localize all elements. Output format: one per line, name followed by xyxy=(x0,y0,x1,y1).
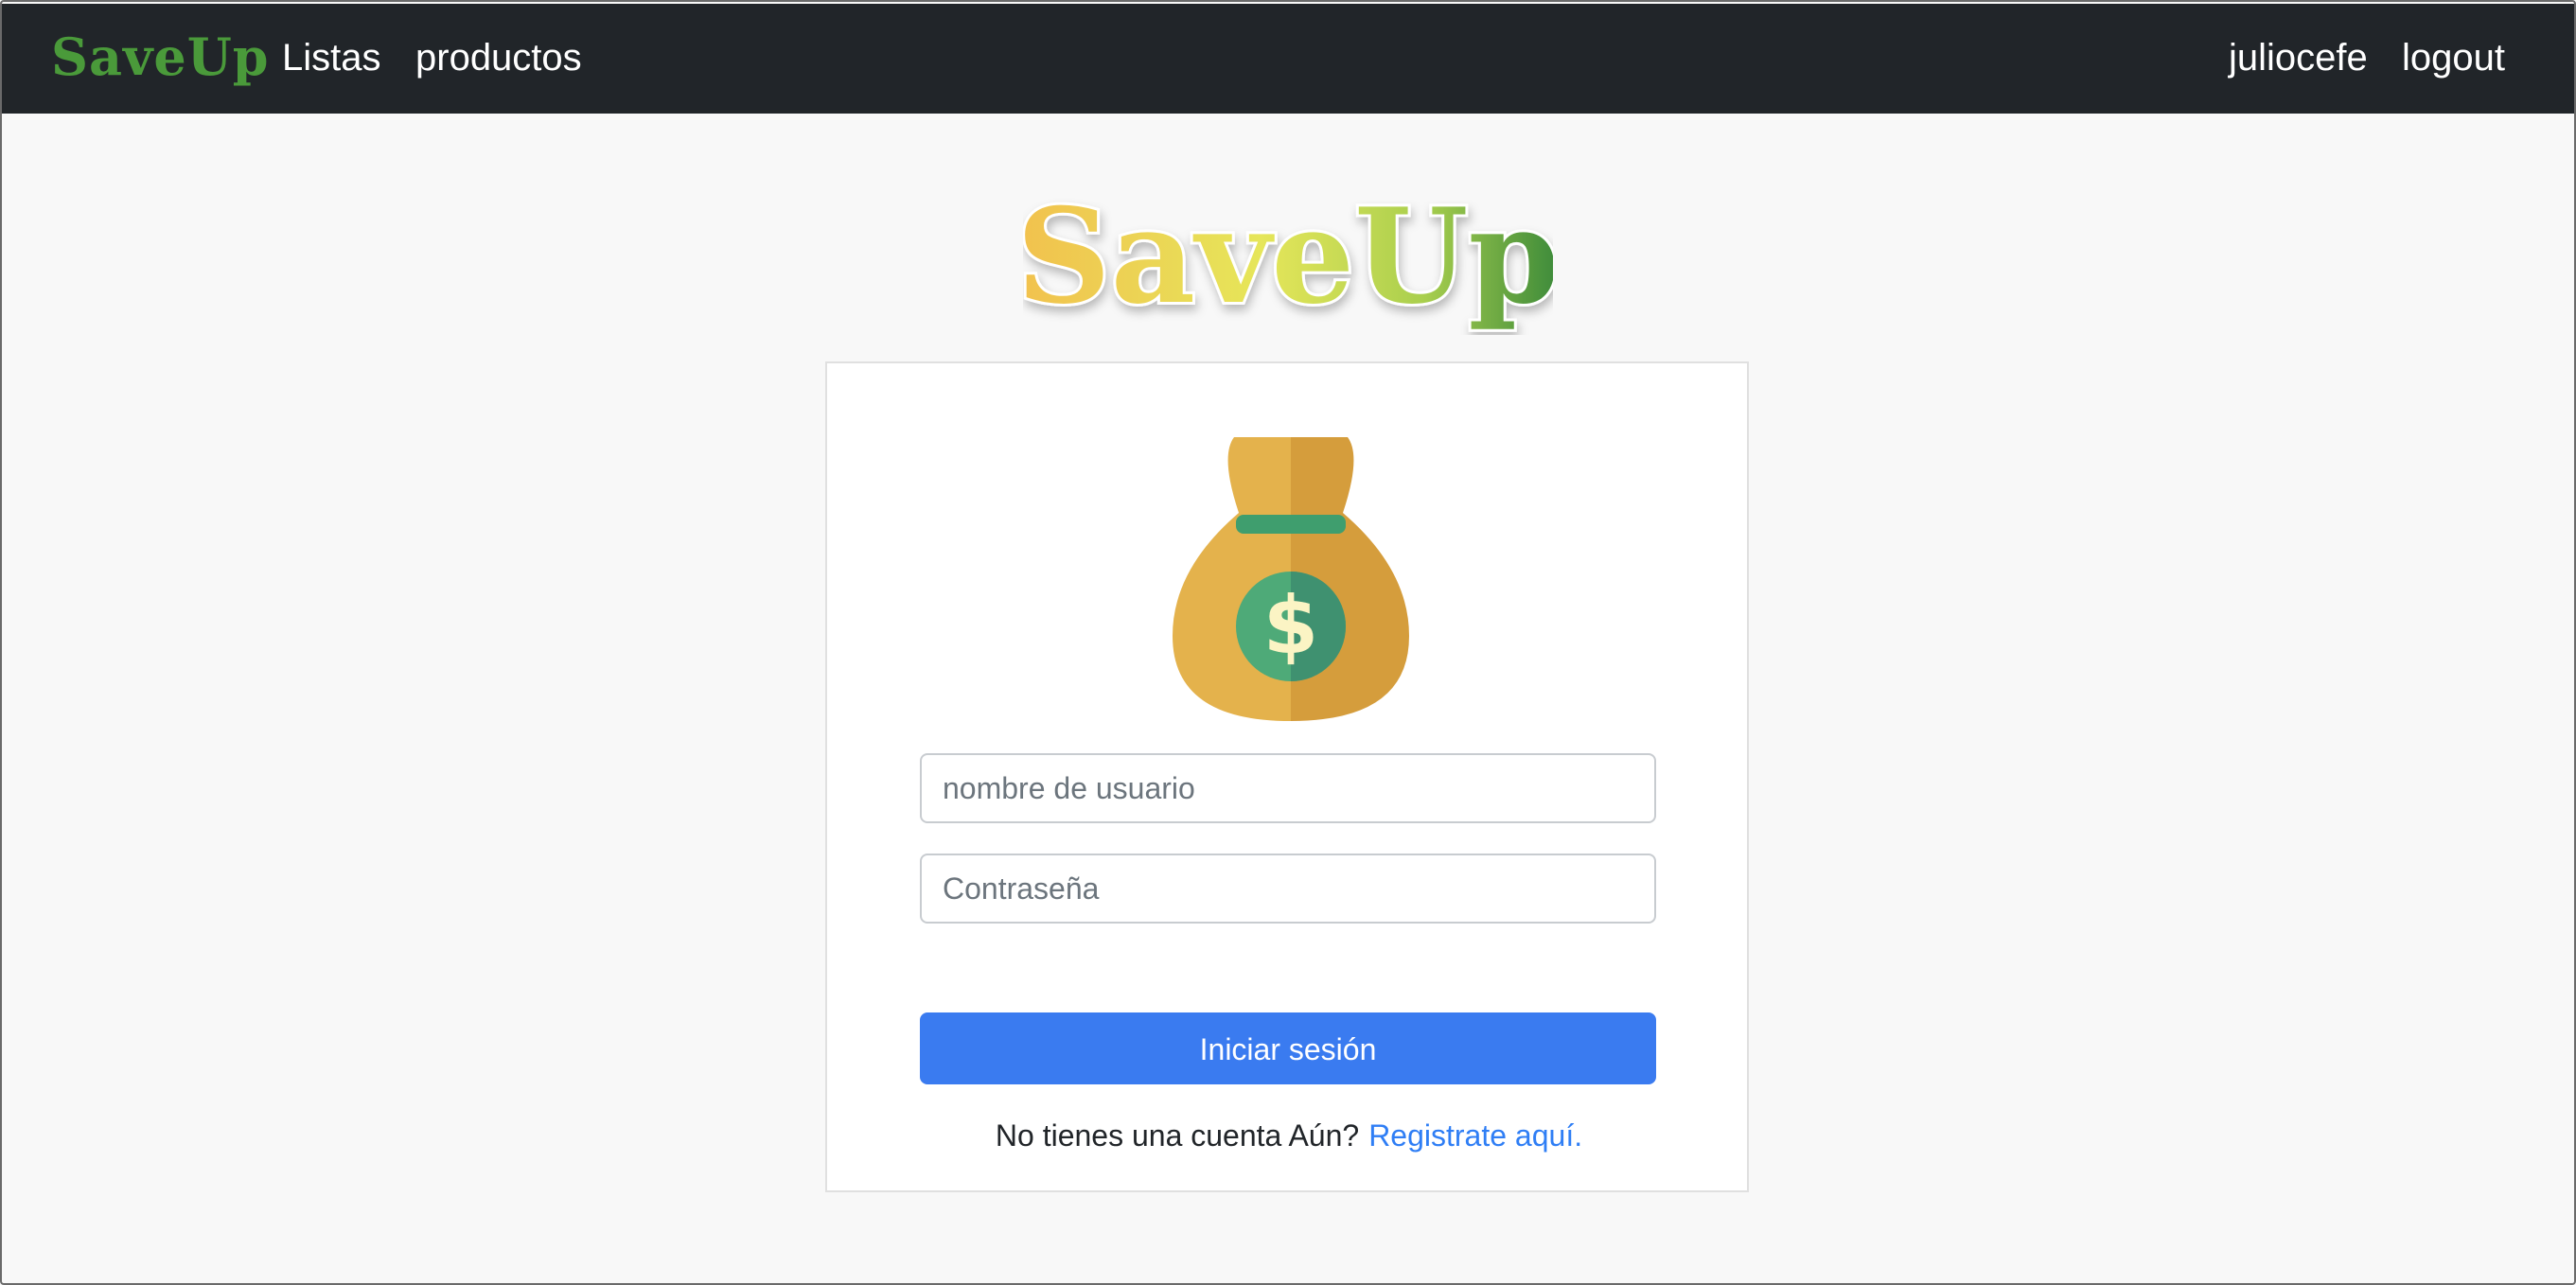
username-input[interactable] xyxy=(920,753,1656,823)
saveup-logo-image: SaveUp xyxy=(1023,176,1553,335)
nav-logout-link[interactable]: logout xyxy=(2402,34,2505,81)
signup-prompt-row: No tienes una cuenta Aún? Registrate aquí… xyxy=(827,1117,1751,1154)
nav-link-productos[interactable]: productos xyxy=(415,34,582,81)
logo-text: SaveUp xyxy=(1023,179,1553,333)
browser-viewport: SaveUp Listas productos juliocefe logout… xyxy=(0,0,2576,1285)
brand-link[interactable]: SaveUp xyxy=(51,28,270,85)
svg-text:$: $ xyxy=(1263,579,1318,672)
signup-link[interactable]: Registrate aquí. xyxy=(1368,1118,1582,1153)
saveup-logo: SaveUp xyxy=(2,174,2574,335)
password-input[interactable] xyxy=(920,854,1656,924)
login-button[interactable]: Iniciar sesión xyxy=(920,1012,1656,1084)
money-bag-icon: $ xyxy=(1168,437,1414,721)
nav-user-link[interactable]: juliocefe xyxy=(2229,34,2368,81)
top-navbar: SaveUp Listas productos juliocefe logout xyxy=(2,4,2574,114)
nav-link-listas[interactable]: Listas xyxy=(282,34,381,81)
login-card: $ Iniciar sesión No tienes una cuenta Aú… xyxy=(825,361,1749,1192)
signup-prompt-text: No tienes una cuenta Aún? xyxy=(995,1118,1360,1153)
